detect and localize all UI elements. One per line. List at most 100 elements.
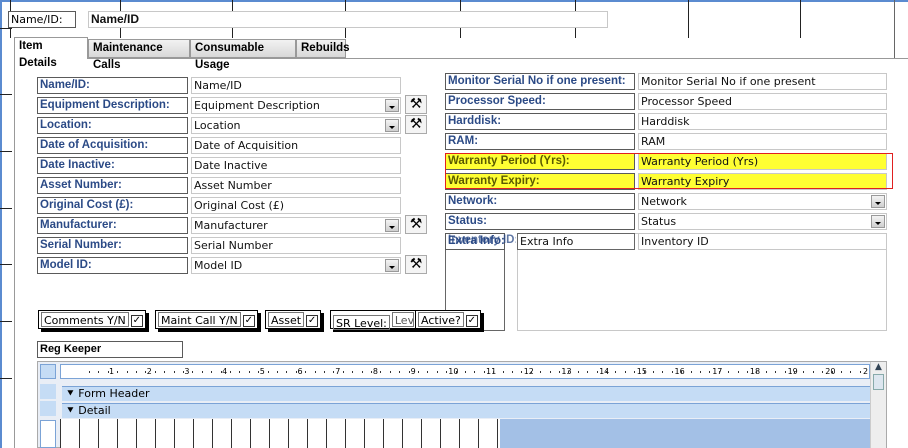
ruler-tick-label: 3	[184, 367, 190, 376]
window-top-edge	[0, 0, 908, 2]
checkbox-box[interactable]: ✓	[465, 315, 478, 327]
ruler-dot	[671, 371, 673, 373]
checkbox-box[interactable]: ✓	[130, 315, 143, 327]
text-field[interactable]: RAM	[638, 133, 887, 150]
form-header-section[interactable]: ⯆ Form Header	[62, 386, 870, 401]
detail-section[interactable]: ⯆ Detail	[62, 403, 870, 418]
sr-level-field[interactable]: Lev	[391, 312, 414, 327]
header-name-field[interactable]: Name/ID	[88, 11, 608, 28]
ruler-dot	[333, 371, 335, 373]
text-field[interactable]: Monitor Serial No if one present	[638, 73, 887, 90]
ruler-dot	[286, 371, 288, 373]
ruler-tick-label: 1	[109, 367, 115, 376]
text-field[interactable]: Date Inactive	[191, 157, 401, 174]
builder-hammer-icon[interactable]: ⚒	[405, 255, 427, 274]
text-field[interactable]: Harddisk	[638, 113, 887, 130]
grid-tick	[0, 151, 12, 152]
ruler-dot	[859, 371, 861, 373]
ruler-dot	[765, 371, 767, 373]
ruler-dot	[624, 371, 626, 373]
field-value: Serial Number	[194, 239, 273, 252]
field-label: Date of Acquisition:	[37, 137, 188, 154]
ruler-dot	[117, 371, 119, 373]
tab-consumable-usage[interactable]: Consumable Usage	[190, 39, 296, 71]
dropdown-arrow-icon[interactable]	[385, 259, 399, 272]
field-value: RAM	[641, 135, 666, 148]
ruler-dot	[352, 371, 354, 373]
combo-box[interactable]: Manufacturer	[191, 217, 401, 234]
builder-hammer-icon[interactable]: ⚒	[405, 115, 427, 134]
text-field[interactable]: Original Cost (£)	[191, 197, 401, 214]
grid-line	[800, 0, 801, 38]
checkbox-label: Active?	[418, 312, 464, 327]
builder-hammer-icon[interactable]: ⚒	[405, 215, 427, 234]
inventory-id-field[interactable]: Inventory ID	[638, 233, 887, 250]
field-value: Monitor Serial No if one present	[641, 75, 816, 88]
ruler-dot	[173, 371, 175, 373]
field-value: Location	[194, 119, 241, 132]
builder-hammer-icon[interactable]: ⚒	[405, 95, 427, 114]
checkbox-asset[interactable]: Asset ✓	[265, 310, 322, 329]
dropdown-arrow-icon[interactable]	[385, 99, 399, 112]
detail-empty-area	[500, 419, 870, 448]
checkbox-label: SR Level:	[333, 315, 390, 330]
dropdown-arrow-icon[interactable]	[871, 215, 885, 228]
checkbox-label: Asset	[268, 312, 305, 327]
text-field[interactable]: Date of Acquisition	[191, 137, 401, 154]
scroll-up-icon[interactable]: ▲	[871, 362, 886, 372]
ruler-dot	[465, 371, 466, 373]
inventory-id-label: Inventory ID:	[448, 234, 516, 246]
checkbox-active[interactable]: Active? ✓	[415, 310, 481, 329]
text-field[interactable]: Asset Number	[191, 177, 401, 194]
ruler-dot	[324, 371, 325, 373]
ruler-dot	[258, 371, 260, 373]
dropdown-arrow-icon[interactable]	[871, 195, 885, 208]
ruler-dot	[521, 371, 523, 373]
ruler-dot	[230, 371, 231, 373]
ruler-dot	[822, 371, 824, 373]
ruler-dot	[342, 371, 344, 373]
ruler-dot	[643, 371, 645, 373]
ruler-dot	[201, 371, 203, 373]
ruler-dot	[728, 371, 730, 373]
combo-box[interactable]: Location	[191, 117, 401, 134]
checkbox-box[interactable]: ✓	[306, 315, 319, 327]
ruler-dot	[483, 371, 485, 373]
reg-keeper-label: Reg Keeper	[37, 341, 183, 358]
combo-box[interactable]: Status	[638, 213, 887, 230]
tab-item-details[interactable]: Item Details	[14, 37, 88, 69]
field-label: Serial Number:	[37, 237, 188, 254]
dropdown-arrow-icon[interactable]	[385, 219, 399, 232]
ruler-dot	[418, 371, 419, 373]
ruler-dot	[653, 371, 654, 373]
vertical-scrollbar[interactable]: ▲	[870, 362, 886, 448]
checkbox-box[interactable]: ✓	[242, 315, 255, 327]
field-label: Monitor Serial No if one present:	[445, 73, 635, 90]
combo-box[interactable]: Network	[638, 193, 887, 210]
text-field[interactable]: Processor Speed	[638, 93, 887, 110]
section-selector[interactable]	[40, 384, 56, 399]
tab-maintenance-calls[interactable]: Maintenance Calls	[88, 39, 190, 71]
header-name-label: Name/ID:	[8, 11, 76, 28]
extra-info-field[interactable]: Extra Info	[517, 233, 635, 250]
tab-rebuilds[interactable]: Rebuilds	[296, 39, 350, 58]
grid-tick	[0, 28, 12, 29]
text-field[interactable]: Name/ID	[191, 77, 401, 94]
field-value: Name/ID	[194, 79, 242, 92]
grid-tick	[0, 321, 12, 322]
checkbox-comments-y-n[interactable]: Comments Y/N ✓	[38, 310, 146, 329]
field-label: Model ID:	[37, 257, 188, 274]
combo-box[interactable]: Equipment Description	[191, 97, 401, 114]
detail-grid	[60, 419, 500, 448]
checkbox-sr-level[interactable]: SR Level: Lev	[330, 310, 417, 330]
text-field[interactable]: Serial Number	[191, 237, 401, 254]
scroll-thumb[interactable]	[873, 374, 884, 390]
section-selector[interactable]	[40, 401, 56, 416]
ruler-dot	[408, 371, 410, 373]
dropdown-arrow-icon[interactable]	[385, 119, 399, 132]
form-selector[interactable]	[40, 364, 56, 379]
ruler-dot	[568, 371, 570, 373]
checkbox-maint-call-y-n[interactable]: Maint Call Y/N ✓	[155, 310, 258, 329]
ruler-tick-label: 13	[561, 367, 572, 376]
combo-box[interactable]: Model ID	[191, 257, 401, 274]
